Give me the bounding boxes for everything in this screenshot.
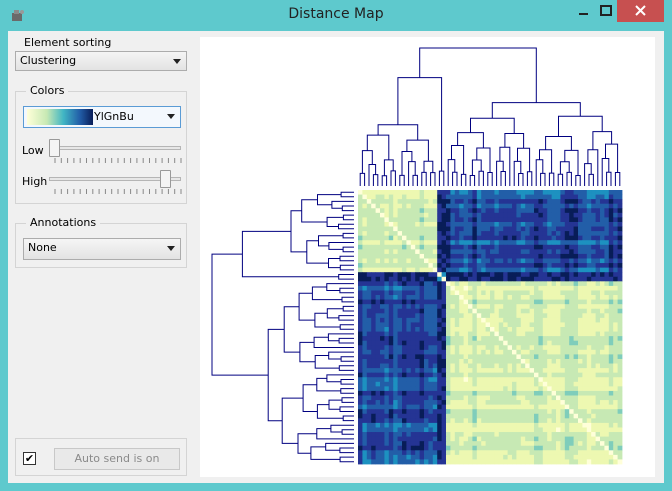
low-slider-handle[interactable]	[49, 139, 60, 157]
colors-title: Colors	[26, 84, 69, 97]
high-label: High	[22, 175, 48, 188]
annotations-combo-value: None	[28, 241, 57, 254]
low-label: Low	[22, 144, 44, 157]
chevron-down-icon	[173, 59, 181, 64]
auto-send-group: ✔ Auto send is on	[15, 438, 187, 476]
auto-send-checkbox[interactable]: ✔	[23, 452, 36, 465]
maximize-button[interactable]	[596, 0, 616, 22]
palette-gradient	[27, 109, 93, 125]
app-window: Distance Map Element sorting Clustering …	[0, 0, 672, 491]
palette-name: YlGnBu	[94, 110, 134, 123]
row-dendrogram	[211, 191, 354, 463]
heatmap[interactable]	[358, 190, 623, 465]
annotations-combo[interactable]: None	[23, 238, 181, 260]
high-slider-handle[interactable]	[160, 170, 172, 188]
element-sorting-title: Element sorting	[24, 36, 112, 49]
palette-combo[interactable]: YlGnBu	[23, 106, 181, 128]
annotations-group: Annotations None	[15, 216, 187, 268]
close-icon	[635, 5, 646, 16]
control-panel: Element sorting Clustering Colors YlGnBu…	[8, 31, 196, 483]
auto-send-button[interactable]: Auto send is on	[54, 448, 180, 470]
minimize-icon	[579, 13, 588, 15]
distance-map-visualization[interactable]	[200, 37, 655, 477]
minimize-button[interactable]	[570, 0, 596, 22]
element-sorting-group: Element sorting Clustering	[12, 36, 190, 73]
close-button[interactable]	[617, 0, 664, 22]
title-bar[interactable]: Distance Map	[0, 0, 672, 31]
low-slider-ticks	[54, 158, 182, 163]
column-dendrogram	[359, 47, 621, 186]
distance-map-canvas[interactable]	[200, 37, 655, 477]
chevron-down-icon	[167, 246, 175, 251]
annotations-title: Annotations	[26, 216, 101, 229]
colors-group: Colors YlGnBu Low High	[15, 84, 187, 204]
chevron-down-icon	[167, 114, 175, 119]
sorting-combo-value: Clustering	[20, 54, 77, 67]
client-area: Element sorting Clustering Colors YlGnBu…	[8, 31, 664, 483]
high-slider-ticks	[54, 189, 182, 194]
sorting-combo[interactable]: Clustering	[15, 51, 187, 71]
maximize-icon	[600, 5, 612, 16]
check-icon: ✔	[24, 452, 35, 465]
low-slider-track[interactable]	[49, 146, 181, 150]
